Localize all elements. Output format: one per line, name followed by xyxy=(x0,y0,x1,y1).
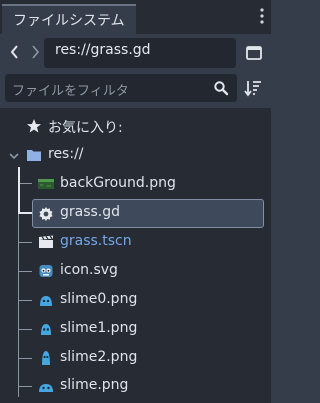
file-name: slime1.png xyxy=(60,320,138,336)
chevron-down-icon[interactable] xyxy=(8,150,20,162)
file-item[interactable]: grass.tscn xyxy=(0,228,271,257)
filesystem-dock: ファイルシステム res://grass.gd ファイルをフィルタ お気に入り:… xyxy=(0,0,271,403)
tree-root-res[interactable]: res:// xyxy=(0,141,271,170)
file-name: backGround.png xyxy=(60,175,176,191)
file-item[interactable]: backGround.png xyxy=(0,170,271,199)
file-name: slime.png xyxy=(60,377,129,393)
slime-icon xyxy=(39,384,53,392)
slime-icon xyxy=(41,324,51,335)
file-name: slime2.png xyxy=(60,349,138,365)
file-item[interactable]: slime.png xyxy=(0,372,271,401)
file-name: slime0.png xyxy=(60,291,138,307)
clapperboard-icon xyxy=(39,235,53,248)
file-item[interactable]: slime2.png xyxy=(0,344,271,373)
chevron-right-icon[interactable] xyxy=(28,44,42,60)
file-item-selected[interactable]: grass.gd xyxy=(32,199,264,228)
chevron-left-icon[interactable] xyxy=(8,44,22,60)
kebab-menu-icon[interactable] xyxy=(259,8,265,24)
file-name: icon.svg xyxy=(60,262,118,278)
file-item[interactable]: slime1.png xyxy=(0,315,271,344)
tab-filesystem-label: ファイルシステム xyxy=(13,13,125,29)
godot-logo-icon xyxy=(39,265,53,277)
sort-icon[interactable] xyxy=(243,78,263,98)
slime-icon xyxy=(42,351,50,365)
gear-script-icon xyxy=(39,207,53,221)
path-input[interactable]: res://grass.gd xyxy=(44,38,236,68)
root-label: res:// xyxy=(48,146,84,162)
dock-titlebar: ファイルシステム xyxy=(0,0,271,34)
tree-favorites[interactable]: お気に入り: xyxy=(0,112,271,141)
folder-icon xyxy=(27,150,41,161)
file-tree: お気に入り: res:// backGround.png grass.gd gr… xyxy=(0,108,271,403)
split-panel-icon[interactable] xyxy=(245,44,263,62)
slime-icon xyxy=(40,296,52,306)
file-item[interactable]: icon.svg xyxy=(0,257,271,286)
tab-filesystem[interactable]: ファイルシステム xyxy=(2,4,136,34)
star-icon xyxy=(27,119,41,133)
image-thumbnail-icon xyxy=(38,179,54,189)
file-name: grass.gd xyxy=(60,204,121,220)
favorites-label: お気に入り: xyxy=(48,120,123,136)
search-icon xyxy=(214,81,229,96)
filter-placeholder: ファイルをフィルタ xyxy=(12,84,129,99)
file-name: grass.tscn xyxy=(60,233,132,249)
file-item[interactable]: slime0.png xyxy=(0,286,271,315)
filter-input[interactable]: ファイルをフィルタ xyxy=(5,74,237,102)
